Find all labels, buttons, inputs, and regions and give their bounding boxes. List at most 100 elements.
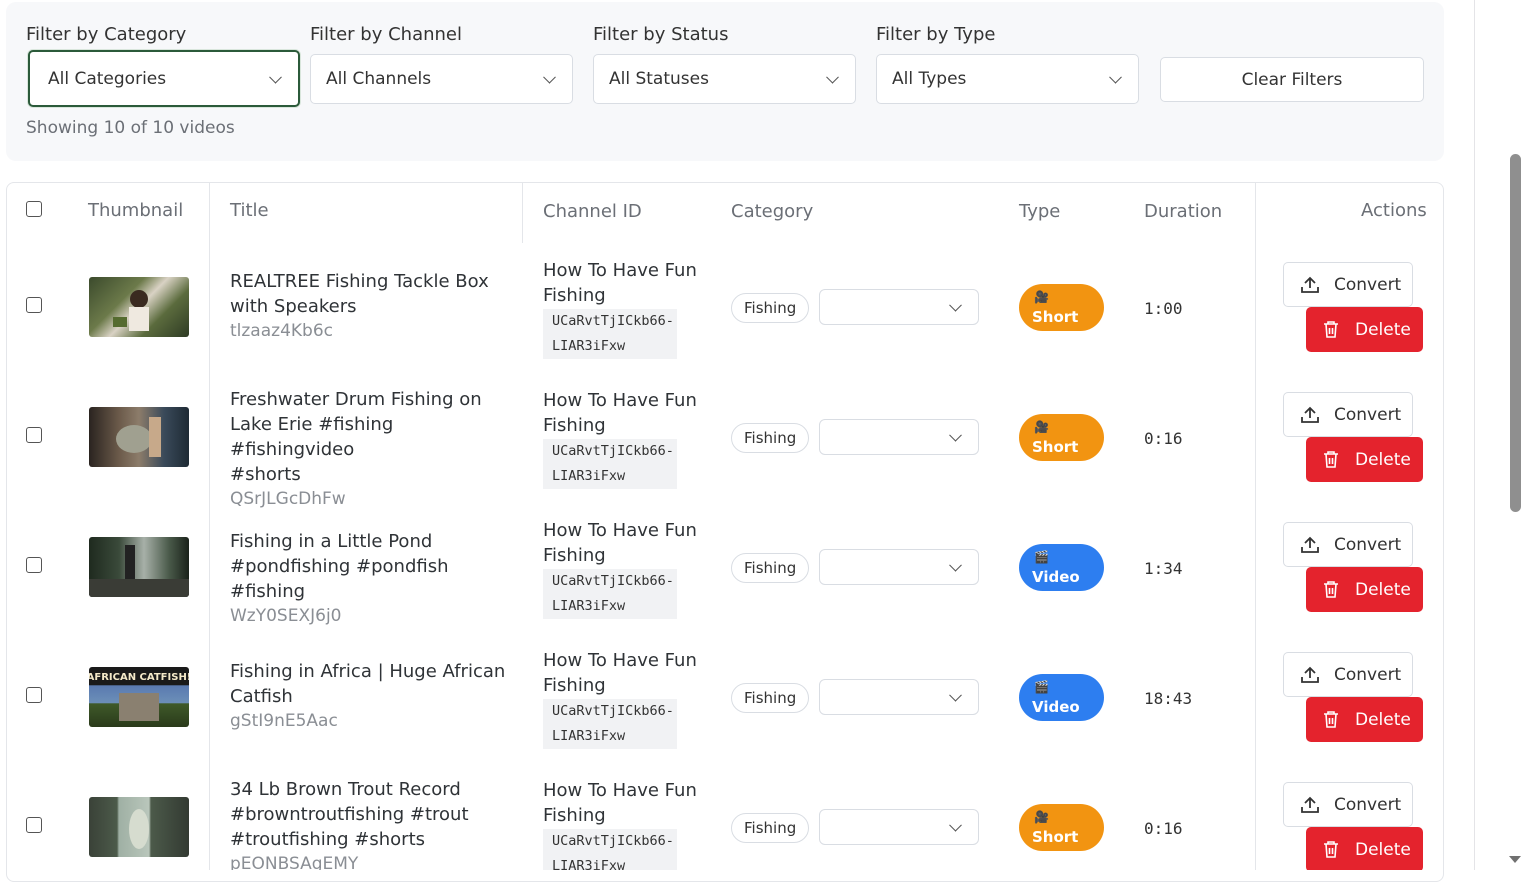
category-select[interactable] [819, 809, 979, 845]
results-count: Showing 10 of 10 videos [26, 118, 235, 138]
clear-filters-button[interactable]: Clear Filters [1160, 57, 1424, 102]
table-row: AFRICAN CATFISH! Fishing in Africa | Hug… [0, 633, 1474, 763]
channel-id: UCaRvtTjICkb66- LIAR3iFxw [543, 829, 677, 870]
channel-filter-select[interactable]: All Channels [310, 54, 573, 104]
delete-button[interactable]: Delete [1306, 697, 1423, 742]
video-thumbnail[interactable] [89, 797, 189, 857]
chevron-down-icon [949, 298, 962, 312]
status-filter-select[interactable]: All Statuses [593, 54, 856, 104]
chevron-down-icon [826, 70, 839, 84]
row-checkbox[interactable] [26, 557, 42, 573]
category-filter-value: All Categories [48, 68, 167, 89]
camera-icon: 🎥 [1034, 420, 1049, 434]
type-badge: 🎥 Short [1019, 414, 1104, 461]
video-id: tlzaaz4Kb6c [230, 321, 333, 341]
channel-id: UCaRvtTjICkb66- LIAR3iFxw [543, 569, 677, 619]
channel-id: UCaRvtTjICkb66- LIAR3iFxw [543, 309, 677, 359]
type-badge: 🎥 Short [1019, 284, 1104, 331]
video-id: gStI9nE5Aac [230, 711, 338, 731]
video-thumbnail[interactable] [89, 277, 189, 337]
chevron-down-icon [949, 558, 962, 572]
film-icon: 🎬 [1034, 680, 1049, 694]
type-badge: 🎬 Video [1019, 544, 1104, 591]
delete-button[interactable]: Delete [1306, 827, 1423, 870]
category-select[interactable] [819, 549, 979, 585]
video-thumbnail[interactable] [89, 407, 189, 467]
chevron-down-icon [949, 688, 962, 702]
convert-button[interactable]: Convert [1283, 262, 1413, 307]
filter-type-label: Filter by Type [876, 24, 996, 45]
header-channel-id: Channel ID [543, 201, 642, 222]
channel-id: UCaRvtTjICkb66- LIAR3iFxw [543, 439, 677, 489]
header-type: Type [1019, 201, 1061, 222]
video-duration: 1:00 [1144, 299, 1183, 318]
channel-name: How To Have Fun Fishing [543, 520, 697, 566]
camera-icon: 🎥 [1034, 290, 1049, 304]
header-thumbnail: Thumbnail [88, 200, 184, 221]
convert-button[interactable]: Convert [1283, 782, 1413, 827]
row-checkbox[interactable] [26, 297, 42, 313]
header-category: Category [731, 201, 814, 222]
chevron-down-icon [949, 428, 962, 442]
row-checkbox[interactable] [26, 687, 42, 703]
channel-name: How To Have Fun Fishing [543, 650, 697, 696]
thumbnail-image [116, 417, 161, 457]
camera-icon: 🎥 [1034, 810, 1049, 824]
select-all-checkbox[interactable] [26, 201, 42, 217]
filter-status-label: Filter by Status [593, 24, 729, 45]
row-checkbox[interactable] [26, 817, 42, 833]
category-filter-select[interactable]: All Categories [28, 50, 300, 107]
category-select[interactable] [819, 679, 979, 715]
channel-name: How To Have Fun Fishing [543, 260, 697, 306]
film-icon: 🎬 [1034, 550, 1049, 564]
trash-icon [1324, 451, 1338, 468]
filter-category-label: Filter by Category [26, 24, 187, 45]
chevron-down-icon [1109, 70, 1122, 84]
category-select[interactable] [819, 419, 979, 455]
table-row: Fishing in a Little Pond #pondfishing #p… [0, 503, 1474, 633]
convert-button[interactable]: Convert [1283, 652, 1413, 697]
video-title: 34 Lb Brown Trout Record #browntroutfish… [230, 777, 510, 870]
thumbnail-image: AFRICAN CATFISH! [89, 672, 189, 721]
table-row: REALTREE Fishing Tackle Box with Speaker… [0, 243, 1474, 373]
scrollbar-thumb[interactable] [1510, 154, 1521, 512]
channel-name: How To Have Fun Fishing [543, 780, 697, 826]
video-title: REALTREE Fishing Tackle Box with Speaker… [230, 269, 510, 344]
channel-name: How To Have Fun Fishing [543, 390, 697, 436]
video-manager-page: Filter by Category All Categories Filter… [0, 0, 1474, 882]
type-filter-select[interactable]: All Types [876, 54, 1139, 104]
category-pill: Fishing [731, 293, 810, 323]
type-badge: 🎥 Short [1019, 804, 1104, 851]
video-duration: 0:16 [1144, 429, 1183, 448]
chevron-down-icon [543, 70, 556, 84]
delete-button[interactable]: Delete [1306, 307, 1423, 352]
convert-button[interactable]: Convert [1283, 522, 1413, 567]
upload-icon [1301, 536, 1319, 553]
category-select[interactable] [819, 289, 979, 325]
trash-icon [1324, 321, 1338, 338]
video-id: WzY0SEXJ6j0 [230, 606, 342, 626]
table-row: 34 Lb Brown Trout Record #browntroutfish… [0, 763, 1474, 870]
thumbnail-image [89, 545, 189, 597]
video-title: Freshwater Drum Fishing on Lake Erie #fi… [230, 387, 510, 512]
category-pill: Fishing [731, 423, 810, 453]
column-divider [522, 183, 523, 243]
category-pill: Fishing [731, 683, 810, 713]
upload-icon [1301, 666, 1319, 683]
convert-button[interactable]: Convert [1283, 392, 1413, 437]
status-filter-value: All Statuses [609, 69, 709, 89]
delete-button[interactable]: Delete [1306, 567, 1423, 612]
thumbnail-image [129, 809, 149, 849]
video-id: pEONBSAgEMY [230, 854, 359, 870]
video-duration: 18:43 [1144, 689, 1193, 708]
video-thumbnail[interactable] [89, 537, 189, 597]
thumbnail-image [113, 290, 149, 331]
filter-channel-label: Filter by Channel [310, 24, 462, 45]
trash-icon [1324, 841, 1338, 858]
delete-button[interactable]: Delete [1306, 437, 1423, 482]
scroll-down-arrow-icon[interactable] [1509, 856, 1521, 863]
row-checkbox[interactable] [26, 427, 42, 443]
video-thumbnail[interactable]: AFRICAN CATFISH! [89, 667, 189, 727]
upload-icon [1301, 276, 1319, 293]
channel-filter-value: All Channels [326, 69, 432, 89]
